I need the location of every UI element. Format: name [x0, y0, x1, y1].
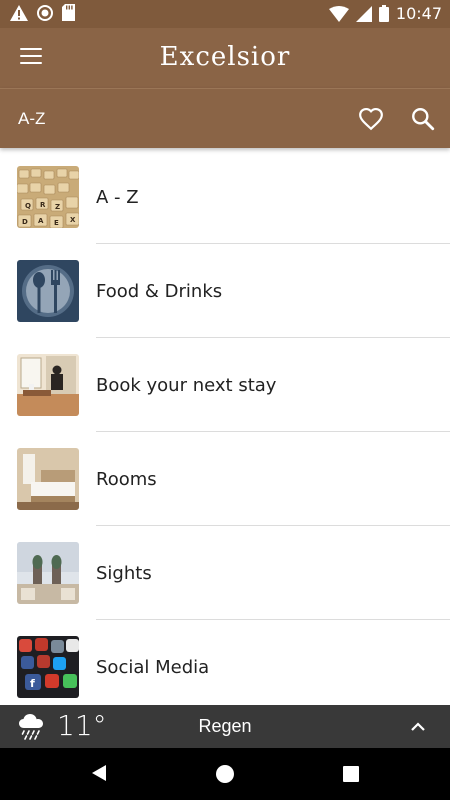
list-item-a-z[interactable]: Q R Z D A E X A - Z — [0, 150, 450, 244]
record-icon — [37, 4, 53, 21]
svg-text:X: X — [70, 216, 76, 224]
back-icon[interactable] — [90, 764, 108, 782]
battery-icon — [378, 5, 389, 22]
svg-text:f: f — [30, 677, 35, 690]
signal-icon — [355, 5, 372, 22]
svg-text:A: A — [38, 217, 44, 225]
favorites-heart-icon[interactable] — [358, 106, 384, 132]
system-nav-bar — [0, 748, 450, 800]
list-item-label: Book your next stay — [96, 375, 277, 396]
clock: 10:47 — [395, 4, 442, 23]
search-icon[interactable] — [410, 106, 436, 132]
weather-condition: Regen — [198, 716, 252, 736]
list-item-label: Social Media — [96, 657, 210, 678]
svg-text:D: D — [22, 218, 28, 226]
list-item-food-drinks[interactable]: Food & Drinks — [0, 244, 450, 338]
warning-icon — [10, 4, 28, 21]
section-title: A-Z — [18, 109, 46, 128]
social-apps-thumbnail: f — [17, 636, 79, 698]
cathedral-thumbnail — [17, 542, 79, 604]
list-item-label: A - Z — [96, 187, 139, 208]
home-icon[interactable] — [216, 765, 234, 783]
sd-card-icon — [62, 4, 75, 21]
list-item-label: Sights — [96, 563, 152, 584]
list-item-social-media[interactable]: f Social Media — [0, 620, 450, 705]
section-toolbar: A-Z — [0, 88, 450, 148]
bedroom-thumbnail — [17, 448, 79, 510]
svg-text:R: R — [40, 201, 46, 209]
svg-text:E: E — [54, 219, 59, 227]
wifi-icon — [328, 5, 349, 22]
list-item-sights[interactable]: Sights — [0, 526, 450, 620]
svg-text:Q: Q — [25, 202, 31, 210]
list-item-rooms[interactable]: Rooms — [0, 432, 450, 526]
list-item-label: Food & Drinks — [96, 281, 223, 302]
brand-title: Excelsior — [159, 42, 291, 72]
weather-bar[interactable]: 11° Regen — [0, 705, 450, 748]
desk-room-thumbnail — [17, 354, 79, 416]
list-item-label: Rooms — [96, 469, 157, 490]
category-list: Q R Z D A E X A - Z Food & Drinks Book your n… — [0, 150, 450, 705]
recent-apps-icon[interactable] — [343, 766, 359, 782]
svg-text:Z: Z — [55, 203, 60, 211]
spoon-fork-thumbnail — [17, 260, 79, 322]
letter-tiles-thumbnail: Q R Z D A E X — [17, 166, 79, 228]
chevron-up-icon[interactable] — [408, 717, 428, 737]
status-bar: 10:47 — [0, 0, 450, 28]
app-bar: Excelsior — [0, 28, 450, 88]
list-item-book-next-stay[interactable]: Book your next stay — [0, 338, 450, 432]
